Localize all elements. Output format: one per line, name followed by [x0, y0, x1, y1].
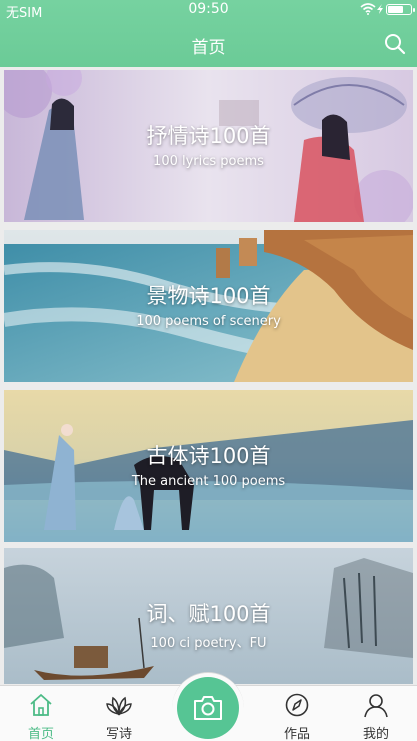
collection-card-lyrics[interactable]: 抒情诗100首 100 lyrics poems: [4, 70, 413, 222]
location-arrow-icon: [377, 4, 383, 14]
user-icon: [364, 694, 388, 718]
lotus-icon: [106, 696, 132, 716]
status-bar: 无SIM 09:50: [0, 0, 417, 21]
tab-label: 首页: [27, 727, 54, 741]
collection-card-scenery[interactable]: 景物诗100首 100 poems of scenery: [4, 230, 413, 382]
search-icon[interactable]: [383, 32, 407, 56]
clock: 09:50: [188, 1, 229, 17]
collection-card-ci-fu[interactable]: 词、赋100首 100 ci poetry、FU: [4, 548, 413, 684]
collection-feed: 抒情诗100首 100 lyrics poems 景物诗100首 100 poe…: [4, 70, 413, 684]
card-subtitle: 100 lyrics poems: [153, 154, 264, 169]
card-title: 抒情诗100首: [146, 124, 271, 148]
home-icon: [30, 694, 52, 716]
compass-icon: [285, 693, 309, 717]
tab-label: 写诗: [105, 727, 132, 741]
camera-button[interactable]: [177, 677, 239, 739]
collection-card-ancient[interactable]: 古体诗100首 The ancient 100 poems: [4, 390, 413, 542]
tab-label: 作品: [283, 727, 310, 741]
card-subtitle: 100 ci poetry、FU: [150, 636, 267, 651]
app-header: 无SIM 09:50 首页: [0, 0, 417, 67]
card-title: 古体诗100首: [146, 444, 271, 468]
tab-mine[interactable]: 我的: [346, 686, 406, 741]
page-title: 首页: [191, 38, 226, 58]
tab-works[interactable]: 作品: [267, 686, 327, 741]
tab-label: 我的: [362, 727, 389, 741]
tab-write-poem[interactable]: 写诗: [89, 686, 149, 741]
card-subtitle: 100 poems of scenery: [136, 314, 281, 329]
card-title: 词、赋100首: [146, 602, 271, 626]
camera-icon: [194, 696, 222, 720]
battery-icon: [386, 4, 415, 15]
card-title: 景物诗100首: [146, 284, 271, 308]
card-subtitle: The ancient 100 poems: [131, 474, 286, 489]
tab-home[interactable]: 首页: [11, 686, 71, 741]
wifi-icon: [360, 3, 376, 15]
